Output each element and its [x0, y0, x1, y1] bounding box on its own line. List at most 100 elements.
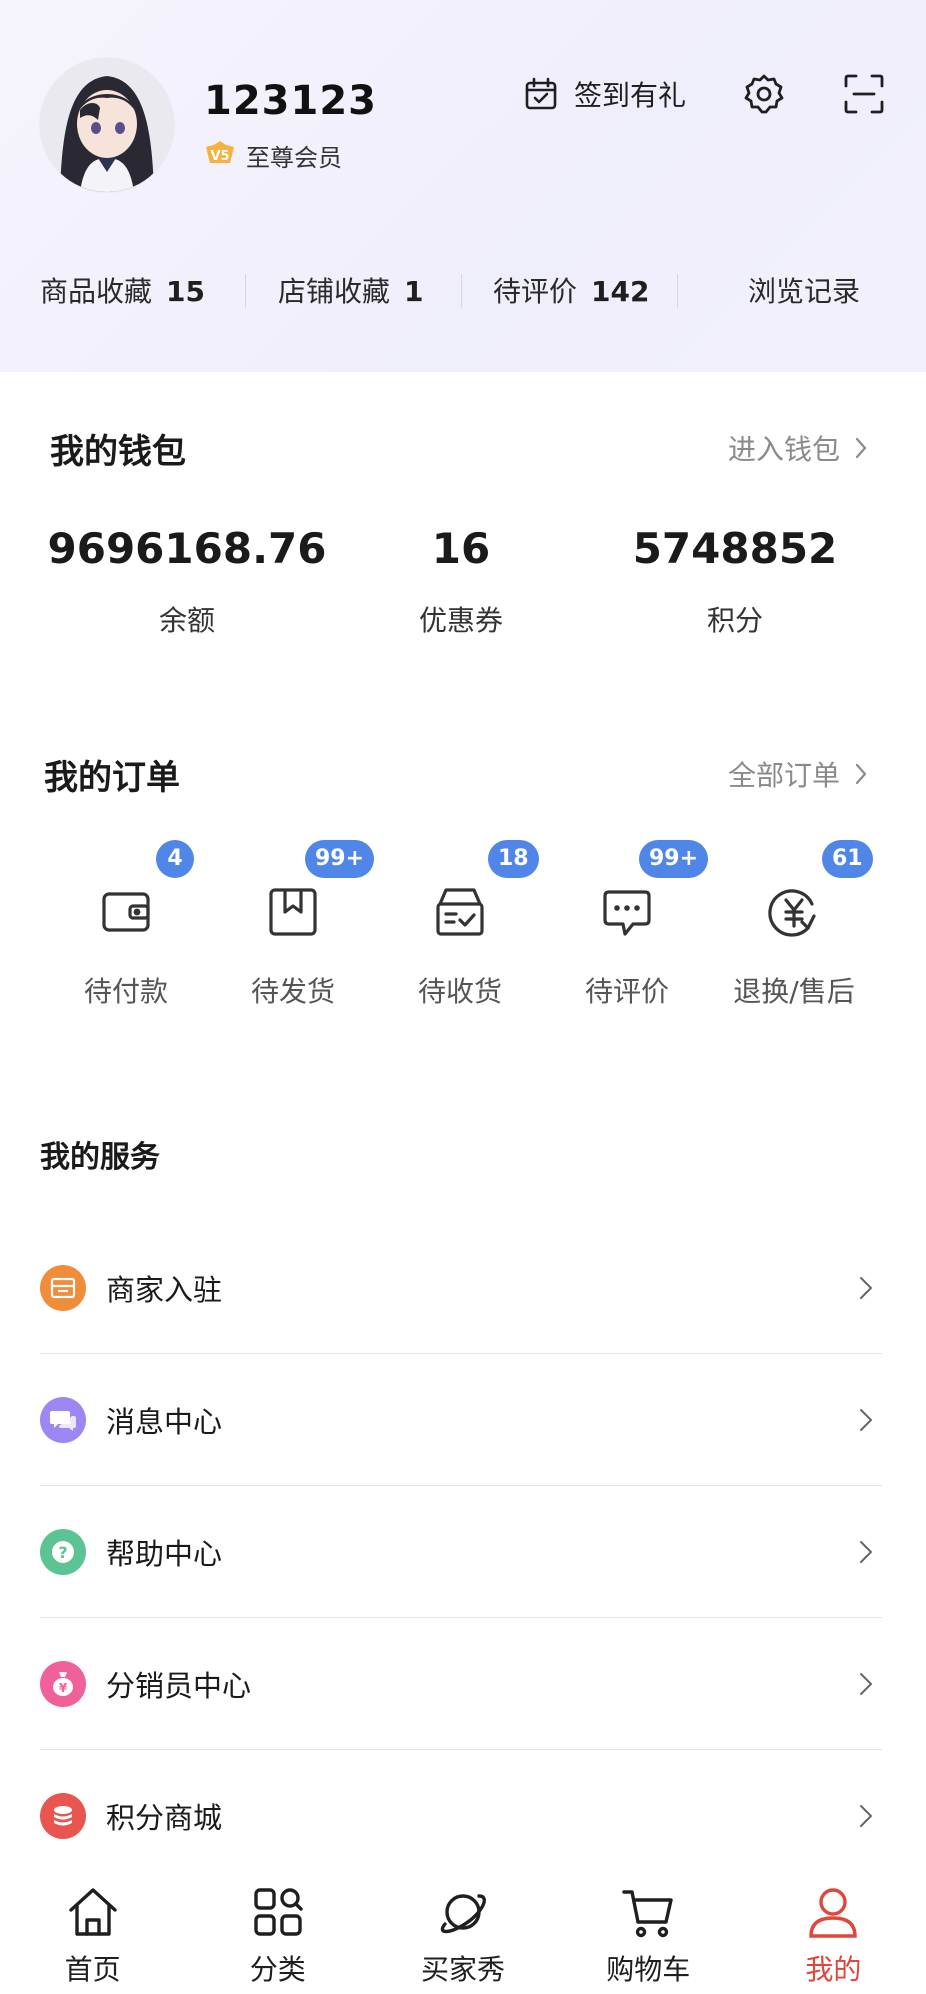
- service-distributor-center[interactable]: ¥ 分销员中心: [40, 1618, 882, 1750]
- balance-label: 余额: [158, 604, 215, 637]
- service-label: 分销员中心: [106, 1668, 252, 1703]
- bottom-tab-bar: 首页 分类 买家秀 购物车 我的: [0, 1862, 926, 1994]
- all-orders-label: 全部订单: [727, 759, 840, 792]
- order-label: 退换/售后: [733, 975, 855, 1008]
- all-orders-link[interactable]: 全部订单: [728, 754, 868, 794]
- chevron-right-icon: [860, 1276, 872, 1299]
- vip-crown-icon: V5: [206, 141, 234, 164]
- money-bag-icon: ¥: [40, 1660, 86, 1707]
- service-label: 消息中心: [106, 1404, 223, 1439]
- svg-text:V5: V5: [210, 149, 229, 164]
- stat-value: 142: [591, 275, 650, 308]
- user-icon: [809, 1888, 858, 1938]
- service-merchant-join[interactable]: 商家入驻: [40, 1222, 882, 1354]
- order-count-badge: 4: [156, 840, 194, 878]
- checkin-label: 签到有礼: [573, 79, 686, 112]
- top-actions: 签到有礼: [524, 72, 886, 116]
- points-label: 积分: [706, 604, 763, 637]
- order-count-badge: 61: [822, 840, 873, 878]
- services-title: 我的服务: [40, 1140, 160, 1175]
- tab-label: 分类: [249, 1953, 306, 1986]
- help-icon: ?: [40, 1528, 86, 1575]
- stat-value: 15: [166, 275, 205, 308]
- store-icon: [40, 1264, 86, 1311]
- order-pending-review[interactable]: 99+ 待评价: [547, 840, 709, 1010]
- balance-value: 9696168.76: [47, 524, 327, 573]
- stats-row: 商品收藏 15 店铺收藏 1 待评价 142 浏览记录: [0, 270, 926, 314]
- service-label: 帮助中心: [106, 1536, 223, 1571]
- tab-label: 购物车: [606, 1953, 691, 1986]
- planet-icon: [440, 1894, 486, 1934]
- user-info: 123123 V5 至尊会员: [204, 78, 377, 173]
- stat-favorite-goods[interactable]: 商品收藏 15: [40, 270, 205, 310]
- checkin-button[interactable]: 签到有礼: [524, 74, 686, 114]
- service-help-center[interactable]: ? 帮助中心: [40, 1486, 882, 1618]
- package-icon: [269, 888, 317, 936]
- stat-label: 待评价: [493, 275, 578, 308]
- chevron-right-icon: [860, 1672, 872, 1695]
- order-pending-receipt[interactable]: 18 待收货: [380, 840, 540, 1010]
- stat-favorite-stores[interactable]: 店铺收藏 1: [278, 270, 424, 310]
- chevron-right-icon: [855, 437, 867, 459]
- svg-text:¥: ¥: [59, 1681, 68, 1695]
- tab-home[interactable]: 首页: [0, 1862, 185, 1994]
- tab-cart[interactable]: 购物车: [556, 1862, 741, 1994]
- home-icon: [68, 1888, 117, 1936]
- tab-label: 首页: [64, 1953, 121, 1986]
- order-label: 待发货: [250, 975, 335, 1008]
- member-level: V5 至尊会员: [204, 138, 377, 173]
- wallet-title: 我的钱包: [50, 432, 186, 472]
- calendar-check-icon: [525, 77, 557, 110]
- tab-category[interactable]: 分类: [185, 1862, 370, 1994]
- refund-icon: [768, 889, 816, 937]
- stat-label: 商品收藏: [40, 275, 153, 308]
- wallet-coupons[interactable]: 16 优惠券: [311, 524, 611, 639]
- coupons-value: 16: [431, 524, 491, 573]
- tab-mine[interactable]: 我的: [741, 1862, 926, 1994]
- enter-wallet-label: 进入钱包: [727, 433, 840, 466]
- comment-icon: [603, 890, 651, 936]
- divider: [461, 274, 462, 308]
- order-refund-aftersale[interactable]: 61 退换/售后: [714, 840, 874, 1010]
- tab-label: 我的: [805, 1953, 862, 1986]
- service-label: 商家入驻: [106, 1272, 223, 1307]
- stat-browse-history[interactable]: 浏览记录: [748, 270, 860, 310]
- svg-text:?: ?: [58, 1543, 67, 1562]
- wallet-points[interactable]: 5748852 积分: [585, 524, 885, 639]
- chevron-right-icon: [860, 1540, 872, 1563]
- orders-title: 我的订单: [44, 758, 180, 798]
- divider: [245, 274, 246, 308]
- delivery-box-icon: [436, 888, 484, 936]
- settings-gear-icon[interactable]: [742, 72, 786, 116]
- divider: [677, 274, 678, 308]
- enter-wallet-link[interactable]: 进入钱包: [728, 428, 868, 468]
- profile-section: 123123 V5 至尊会员: [40, 58, 377, 192]
- member-label: 至尊会员: [246, 143, 342, 172]
- stat-label: 浏览记录: [748, 275, 861, 308]
- message-icon: [40, 1396, 86, 1443]
- order-count-badge: 18: [488, 840, 539, 878]
- avatar[interactable]: [40, 58, 174, 192]
- wallet-balance[interactable]: 9696168.76 余额: [37, 524, 337, 639]
- points-value: 5748852: [632, 524, 838, 573]
- order-pending-payment[interactable]: 4 待付款: [46, 840, 206, 1010]
- stat-pending-review[interactable]: 待评价 142: [493, 270, 649, 310]
- order-count-badge: 99+: [305, 840, 375, 878]
- chevron-right-icon: [860, 1805, 872, 1827]
- coupons-label: 优惠券: [418, 604, 503, 637]
- order-label: 待付款: [83, 975, 168, 1008]
- chevron-right-icon: [855, 763, 867, 785]
- cart-icon: [622, 1890, 673, 1938]
- coins-icon: [40, 1793, 86, 1839]
- service-message-center[interactable]: 消息中心: [40, 1354, 882, 1486]
- stat-label: 店铺收藏: [278, 275, 391, 308]
- stat-value: 1: [404, 275, 424, 308]
- order-count-badge: 99+: [639, 840, 709, 878]
- tab-label: 买家秀: [421, 1953, 506, 1986]
- order-pending-shipment[interactable]: 99+ 待发货: [213, 840, 375, 1010]
- tab-buyer-show[interactable]: 买家秀: [370, 1862, 555, 1994]
- scan-icon[interactable]: [842, 72, 886, 116]
- category-icon: [254, 1888, 303, 1936]
- order-label: 待评价: [584, 975, 669, 1008]
- order-label: 待收货: [417, 975, 502, 1008]
